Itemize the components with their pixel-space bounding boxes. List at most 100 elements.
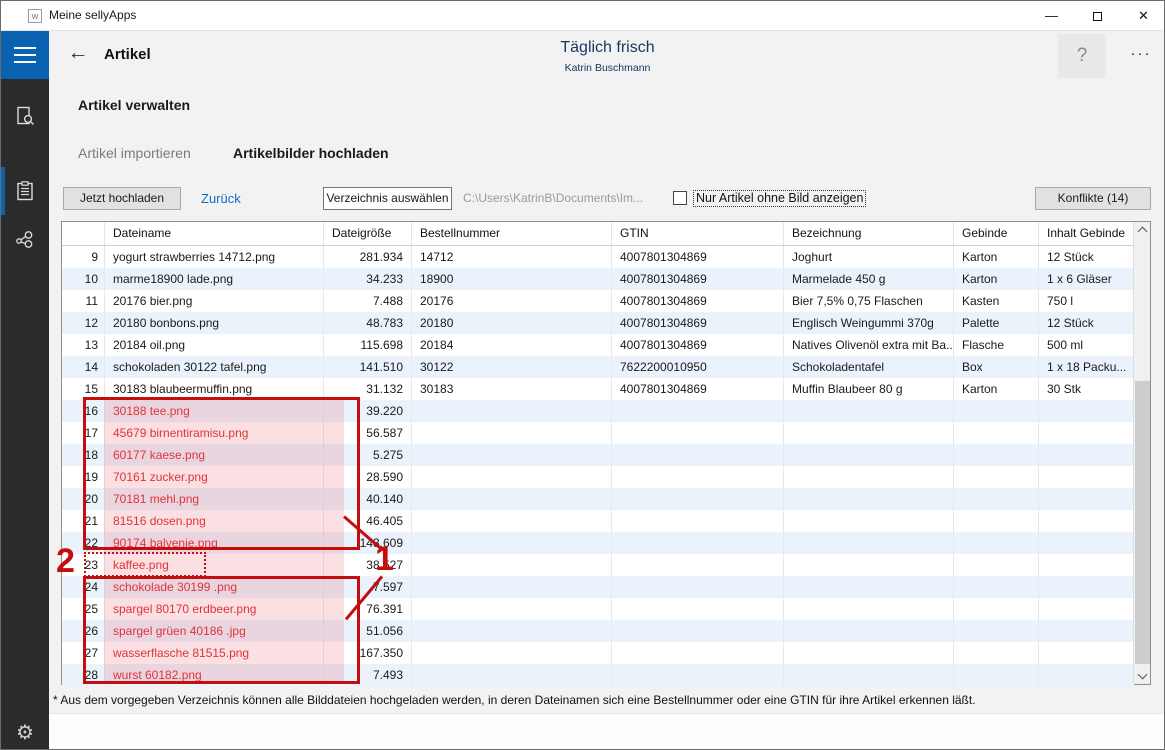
col-header-gebinde[interactable]: Gebinde	[954, 222, 1039, 245]
col-header-rownum[interactable]	[62, 222, 105, 245]
cell-num: 11	[62, 290, 105, 312]
cell-pack	[954, 664, 1039, 686]
tab-artikel-importieren[interactable]: Artikel importieren	[78, 145, 191, 161]
table-row[interactable]: 1970161 zucker.png28.590	[62, 466, 1134, 488]
scrollbar-thumb[interactable]	[1135, 381, 1150, 664]
cell-pack	[954, 466, 1039, 488]
col-header-bestellnummer[interactable]: Bestellnummer	[412, 222, 612, 245]
cell-name: schokolade 30199 .png	[105, 576, 324, 598]
table-row[interactable]: 28wurst 60182.png7.493	[62, 664, 1134, 686]
cell-num: 12	[62, 312, 105, 334]
table-row[interactable]: 27wasserflasche 81515.png167.350	[62, 642, 1134, 664]
conflicts-button[interactable]: Konflikte (14)	[1035, 187, 1151, 210]
table-row[interactable]: 2070181 mehl.png40.140	[62, 488, 1134, 510]
cell-num: 20	[62, 488, 105, 510]
cell-num: 28	[62, 664, 105, 686]
choose-directory-button[interactable]: Verzeichnis auswählen	[323, 187, 452, 210]
cell-name: 20176 bier.png	[105, 290, 324, 312]
articles-table: Dateiname Dateigröße Bestellnummer GTIN …	[61, 221, 1151, 685]
cell-pack	[954, 532, 1039, 554]
cell-pack	[954, 554, 1039, 576]
cell-desc	[784, 642, 954, 664]
cell-size: 39.220	[324, 400, 412, 422]
table-body: 9yogurt strawberries 14712.png281.934147…	[62, 246, 1134, 686]
col-header-bezeichnung[interactable]: Bezeichnung	[784, 222, 954, 245]
cell-gtin	[612, 620, 784, 642]
cell-size: 56.587	[324, 422, 412, 444]
cell-pack: Box	[954, 356, 1039, 378]
scroll-up-button[interactable]	[1134, 222, 1151, 238]
cell-order	[412, 554, 612, 576]
table-row[interactable]: 2181516 dosen.png46.405	[62, 510, 1134, 532]
more-options-button[interactable]: ···	[1121, 34, 1161, 78]
cell-content	[1039, 444, 1134, 466]
minimize-button[interactable]: —	[1029, 1, 1074, 31]
col-header-gtin[interactable]: GTIN	[612, 222, 784, 245]
scroll-down-button[interactable]	[1134, 668, 1151, 684]
table-row[interactable]: 1120176 bier.png7.488201764007801304869B…	[62, 290, 1134, 312]
cell-size: 48.783	[324, 312, 412, 334]
cell-desc: Marmelade 450 g	[784, 268, 954, 290]
hamburger-menu-button[interactable]	[1, 31, 49, 79]
app-window: w Meine sellyApps — ✕	[0, 0, 1165, 750]
section-title: Artikel verwalten	[78, 97, 190, 113]
table-row[interactable]: 1860177 kaese.png5.275	[62, 444, 1134, 466]
hamburger-icon	[14, 47, 36, 49]
close-button[interactable]: ✕	[1121, 1, 1165, 31]
cell-desc	[784, 510, 954, 532]
table-row[interactable]: 24schokolade 30199 .png7.597	[62, 576, 1134, 598]
table-row[interactable]: 25spargel 80170 erdbeer.png76.391	[62, 598, 1134, 620]
upload-now-button[interactable]: Jetzt hochladen	[63, 187, 181, 210]
sidebar-item-forms[interactable]	[1, 96, 49, 136]
window-title: Meine sellyApps	[49, 8, 136, 22]
filter-no-image-checkbox[interactable]	[673, 191, 687, 205]
cell-num: 19	[62, 466, 105, 488]
bottom-strip	[49, 713, 1165, 750]
cell-desc	[784, 422, 954, 444]
table-row[interactable]: 23kaffee.png38.527	[62, 554, 1134, 576]
cell-desc	[784, 664, 954, 686]
cell-pack	[954, 444, 1039, 466]
table-row[interactable]: 1320184 oil.png115.698201844007801304869…	[62, 334, 1134, 356]
cell-name: 20184 oil.png	[105, 334, 324, 356]
col-header-dateigroesse[interactable]: Dateigröße	[324, 222, 412, 245]
table-row[interactable]: 2290174 balvenie.png143.609	[62, 532, 1134, 554]
cell-desc	[784, 444, 954, 466]
table-row[interactable]: 1745679 birnentiramisu.png56.587	[62, 422, 1134, 444]
cell-name: spargel 80170 erdbeer.png	[105, 598, 324, 620]
table-row[interactable]: 9yogurt strawberries 14712.png281.934147…	[62, 246, 1134, 268]
filter-no-image-label[interactable]: Nur Artikel ohne Bild anzeigen	[693, 190, 866, 207]
cell-content	[1039, 466, 1134, 488]
table-row[interactable]: 1220180 bonbons.png48.783201804007801304…	[62, 312, 1134, 334]
cell-gtin	[612, 554, 784, 576]
sidebar-item-share[interactable]	[1, 219, 49, 259]
cell-desc: Bier 7,5% 0,75 Flaschen	[784, 290, 954, 312]
sidebar-item-articles[interactable]	[1, 171, 49, 211]
table-row[interactable]: 10marme18900 lade.png34.2331890040078013…	[62, 268, 1134, 290]
table-row[interactable]: 1530183 blaubeermuffin.png31.13230183400…	[62, 378, 1134, 400]
cell-desc	[784, 620, 954, 642]
table-row[interactable]: 1630188 tee.png39.220	[62, 400, 1134, 422]
cell-content: 750 l	[1039, 290, 1134, 312]
share-icon	[15, 229, 35, 249]
cell-num: 9	[62, 246, 105, 268]
col-header-inhalt-gebinde[interactable]: Inhalt Gebinde	[1039, 222, 1134, 245]
vertical-scrollbar[interactable]	[1133, 222, 1150, 684]
table-row[interactable]: 26spargel grüen 40186 .jpg51.056	[62, 620, 1134, 642]
back-link[interactable]: Zurück	[201, 191, 241, 206]
cell-num: 10	[62, 268, 105, 290]
cell-name: 81516 dosen.png	[105, 510, 324, 532]
col-header-dateiname[interactable]: Dateiname	[105, 222, 324, 245]
help-button[interactable]: ?	[1058, 34, 1106, 78]
cell-name: schokoladen 30122 tafel.png	[105, 356, 324, 378]
cell-pack: Karton	[954, 246, 1039, 268]
cell-gtin	[612, 664, 784, 686]
settings-button[interactable]: ⚙	[1, 713, 49, 750]
cell-desc: Muffin Blaubeer 80 g	[784, 378, 954, 400]
cell-pack	[954, 620, 1039, 642]
maximize-button[interactable]	[1075, 1, 1120, 31]
cell-name: 70181 mehl.png	[105, 488, 324, 510]
table-row[interactable]: 14schokoladen 30122 tafel.png141.5103012…	[62, 356, 1134, 378]
cell-order	[412, 400, 612, 422]
tab-artikelbilder-hochladen[interactable]: Artikelbilder hochladen	[233, 145, 389, 161]
